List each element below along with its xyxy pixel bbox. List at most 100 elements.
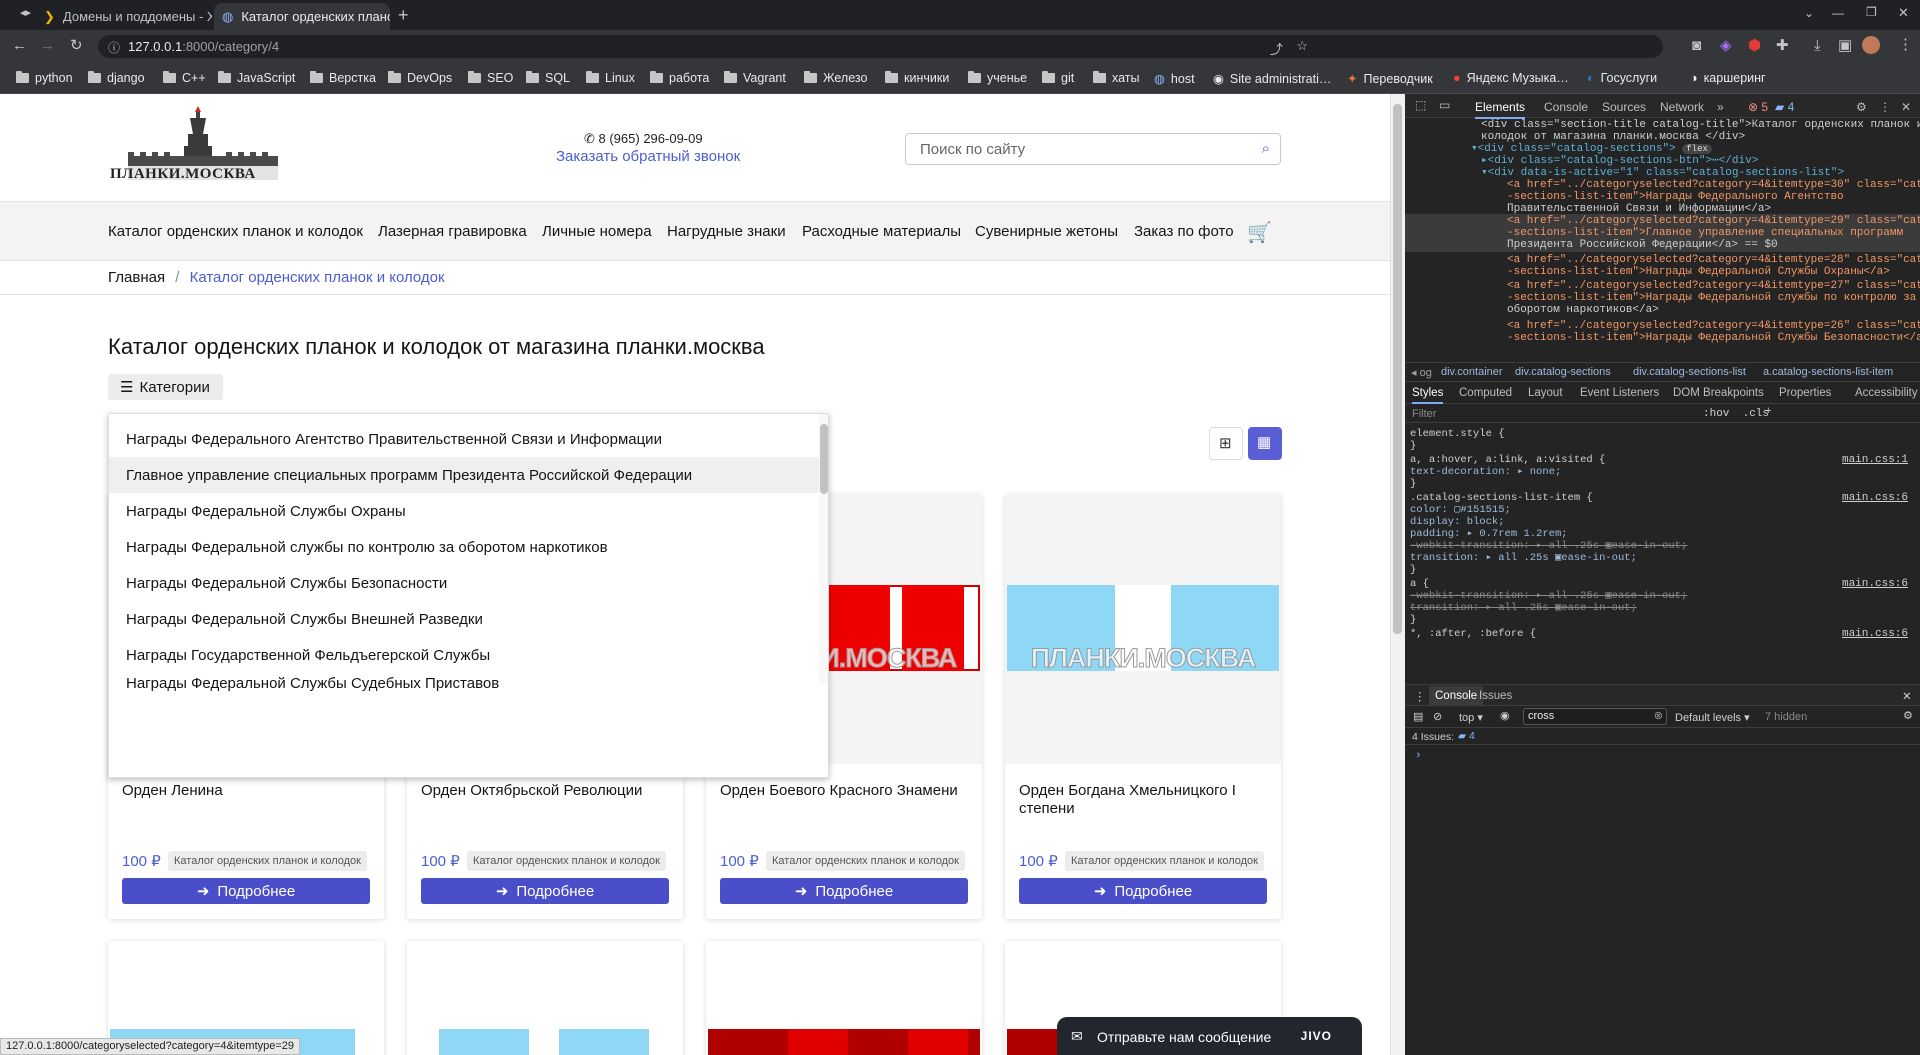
dropdown-item[interactable]: Награды Федеральной Службы Судебных Прис… <box>109 673 819 691</box>
site-logo[interactable]: ПЛАНКИ.МОСКВА <box>108 104 288 194</box>
tab-dom-breakpoints[interactable]: DOM Breakpoints <box>1673 387 1764 399</box>
forward-icon[interactable]: → <box>40 38 55 53</box>
dom-line[interactable]: ▾<div class="catalog-sections"> flex <box>1405 143 1920 155</box>
product-title[interactable]: Орден Ленина <box>122 782 372 800</box>
crumb-selected[interactable]: a.catalog-sections-list-item <box>1763 366 1920 378</box>
tab-layout[interactable]: Layout <box>1528 387 1563 399</box>
product-card[interactable] <box>407 941 683 1055</box>
extensions-puzzle-icon[interactable]: ✚ <box>1776 38 1789 53</box>
close-window-icon[interactable]: ✕ <box>1898 6 1909 19</box>
dom-line[interactable]: -sections-list-item">Награды Федеральног… <box>1405 191 1920 203</box>
sidebar-toggle-icon[interactable]: ▤ <box>1413 710 1423 723</box>
dom-line[interactable]: <a href="../categoryselected?category=4&… <box>1405 254 1920 266</box>
dom-line[interactable]: <a href="../categoryselected?category=4&… <box>1405 215 1920 227</box>
console-settings-icon[interactable]: ⚙ <box>1903 709 1913 722</box>
nav-photo-order[interactable]: Заказ по фото <box>1134 223 1234 240</box>
product-image[interactable]: ПЛАНКИ.МОСКВА <box>1005 494 1281 764</box>
css-rule-line[interactable]: } <box>1410 614 1910 626</box>
tab-computed[interactable]: Computed <box>1459 387 1512 399</box>
dom-line[interactable]: -sections-list-item">Награды Федеральной… <box>1405 332 1920 344</box>
css-source-link[interactable]: main.css:6 <box>1842 492 1908 504</box>
console-filter-input[interactable]: cross ⊗ <box>1523 708 1667 725</box>
adblock-icon[interactable]: ⬢ <box>1748 38 1761 53</box>
grid-large-view-button[interactable]: ⊞ <box>1209 427 1243 460</box>
dom-line[interactable]: -sections-list-item">Награды Федеральной… <box>1405 266 1920 278</box>
close-drawer-icon[interactable]: ✕ <box>1902 689 1912 703</box>
phone-number[interactable]: ✆ 8 (965) 296-09-09 <box>584 131 703 147</box>
grid-small-view-button[interactable]: ▦ <box>1248 427 1282 460</box>
bookmark-django[interactable]: django <box>88 71 145 85</box>
nav-souvenir-tokens[interactable]: Сувенирные жетоны <box>975 223 1118 240</box>
bookmark-yandex-music[interactable]: ● Яндекс Музыка… <box>1453 71 1569 85</box>
nav-catalog[interactable]: Каталог орденских планок и колодок <box>108 223 363 240</box>
bookmark-javascript[interactable]: JavaScript <box>218 71 295 85</box>
clear-console-icon[interactable]: ⊘ <box>1433 710 1442 723</box>
tab-catalog[interactable]: ◍ Каталог орденских планок и… ✕ <box>214 3 390 30</box>
back-icon[interactable]: ← <box>12 38 27 53</box>
bookmark-git[interactable]: git <box>1042 71 1074 85</box>
css-rule-line[interactable]: .catalog-sections-list-item { <box>1410 492 1910 504</box>
page-scroll-thumb[interactable] <box>1393 104 1402 634</box>
bookmark-kinchiki[interactable]: кинчики <box>885 71 949 85</box>
dropdown-item[interactable]: Награды Государственной Фельдъегерской С… <box>109 637 819 673</box>
new-rule-icon[interactable]: + <box>1765 406 1772 418</box>
product-title[interactable]: Орден Богдана Хмельницкого I степени <box>1019 782 1269 818</box>
bookmark-verstka[interactable]: Верстка <box>310 71 376 85</box>
dom-line[interactable]: ▸<div class="catalog-sections-btn">⋯</di… <box>1405 155 1920 167</box>
dom-line[interactable]: -sections-list-item">Награды Федеральной… <box>1405 292 1920 304</box>
tab-domains[interactable]: ❯ Домены и поддомены - Хо… ✕ <box>36 3 212 30</box>
bookmark-devops[interactable]: DevOps <box>388 71 452 85</box>
callback-link[interactable]: Заказать обратный звонок <box>556 148 740 165</box>
bookmark-python[interactable]: python <box>16 71 73 85</box>
cart-icon[interactable]: 🛒 <box>1247 220 1272 245</box>
dom-line[interactable]: -sections-list-item">Главное управление … <box>1405 227 1920 239</box>
download-icon[interactable]: ⤓ <box>1814 38 1821 53</box>
profile-avatar-icon[interactable] <box>1862 36 1880 54</box>
tab-list-chevron-icon[interactable]: ⌄ <box>1804 7 1814 19</box>
dom-line[interactable]: <div class="section-title catalog-title"… <box>1405 119 1920 131</box>
nav-laser-engraving[interactable]: Лазерная гравировка <box>378 223 527 240</box>
site-search-input[interactable]: Поиск по сайту ⌕ <box>905 133 1281 165</box>
nav-personal-numbers[interactable]: Личные номера <box>542 223 652 240</box>
bookmark-haty[interactable]: хаты <box>1093 71 1140 85</box>
issues-badge[interactable]: ▰ 4 <box>1458 730 1475 742</box>
nav-consumables[interactable]: Расходные материалы <box>802 223 961 240</box>
tab-properties[interactable]: Properties <box>1779 387 1831 399</box>
crumb[interactable]: div.container <box>1441 366 1503 378</box>
minimize-icon[interactable]: — <box>1832 7 1844 19</box>
context-select[interactable]: top ▾ <box>1459 711 1483 724</box>
hov-cls-toggles[interactable]: :hov .cls <box>1703 408 1769 420</box>
dropdown-item[interactable]: Награды Федеральной Службы Безопасности <box>109 565 819 601</box>
css-source-link[interactable]: main.css:1 <box>1842 454 1908 466</box>
dom-line[interactable]: ▾<div data-is-active="1" class="catalog-… <box>1405 167 1920 179</box>
dom-line[interactable]: <a href="../categoryselected?category=4&… <box>1405 320 1920 332</box>
bookmark-cpp[interactable]: C++ <box>163 71 206 85</box>
dropdown-item[interactable]: Награды Федеральной Службы Внешней Разве… <box>109 601 819 637</box>
css-source-link[interactable]: main.css:6 <box>1842 628 1908 640</box>
bookmark-host[interactable]: ◍ host <box>1154 71 1195 87</box>
product-card[interactable] <box>706 941 982 1055</box>
crumb[interactable]: div.catalog-sections <box>1515 366 1611 378</box>
bookmark-seo[interactable]: SEO <box>468 71 513 85</box>
drawer-menu-icon[interactable]: ⋮ <box>1414 689 1426 703</box>
dropdown-item[interactable]: Награды Федеральной Службы Охраны <box>109 493 819 529</box>
bookmark-gosuslugi[interactable]: ◐ Госуслуги <box>1587 71 1657 85</box>
more-button[interactable]: ➜ Подробнее <box>1019 878 1267 904</box>
reload-icon[interactable]: ↻ <box>70 38 83 53</box>
drawer-tab-console[interactable]: Console <box>1429 686 1484 706</box>
tab-accessibility[interactable]: Accessibility <box>1855 387 1918 399</box>
log-levels-select[interactable]: Default levels ▾ <box>1675 711 1750 724</box>
css-rule-line[interactable]: display: block; <box>1410 516 1910 528</box>
dropdown-item[interactable]: Главное управление специальных программ … <box>109 457 819 493</box>
css-rule-line[interactable]: -webkit-transition: ▸ all .25s ▣ease-in-… <box>1410 540 1910 552</box>
share-icon[interactable]: ⤴ <box>1270 39 1283 58</box>
styles-filter-input[interactable]: Filter <box>1412 408 1436 420</box>
tab-styles[interactable]: Styles <box>1412 387 1444 404</box>
bookmark-vagrant[interactable]: Vagrant <box>724 71 786 85</box>
product-title[interactable]: Орден Боевого Красного Знамени <box>720 782 970 800</box>
breadcrumb-home[interactable]: Главная <box>108 269 165 286</box>
clear-filter-icon[interactable]: ⊗ <box>1654 709 1663 724</box>
dom-line[interactable]: <a href="../categoryselected?category=4&… <box>1405 179 1920 191</box>
dropdown-item[interactable]: Награды Федеральной службы по контролю з… <box>109 529 819 565</box>
css-source-link[interactable]: main.css:6 <box>1842 578 1908 590</box>
